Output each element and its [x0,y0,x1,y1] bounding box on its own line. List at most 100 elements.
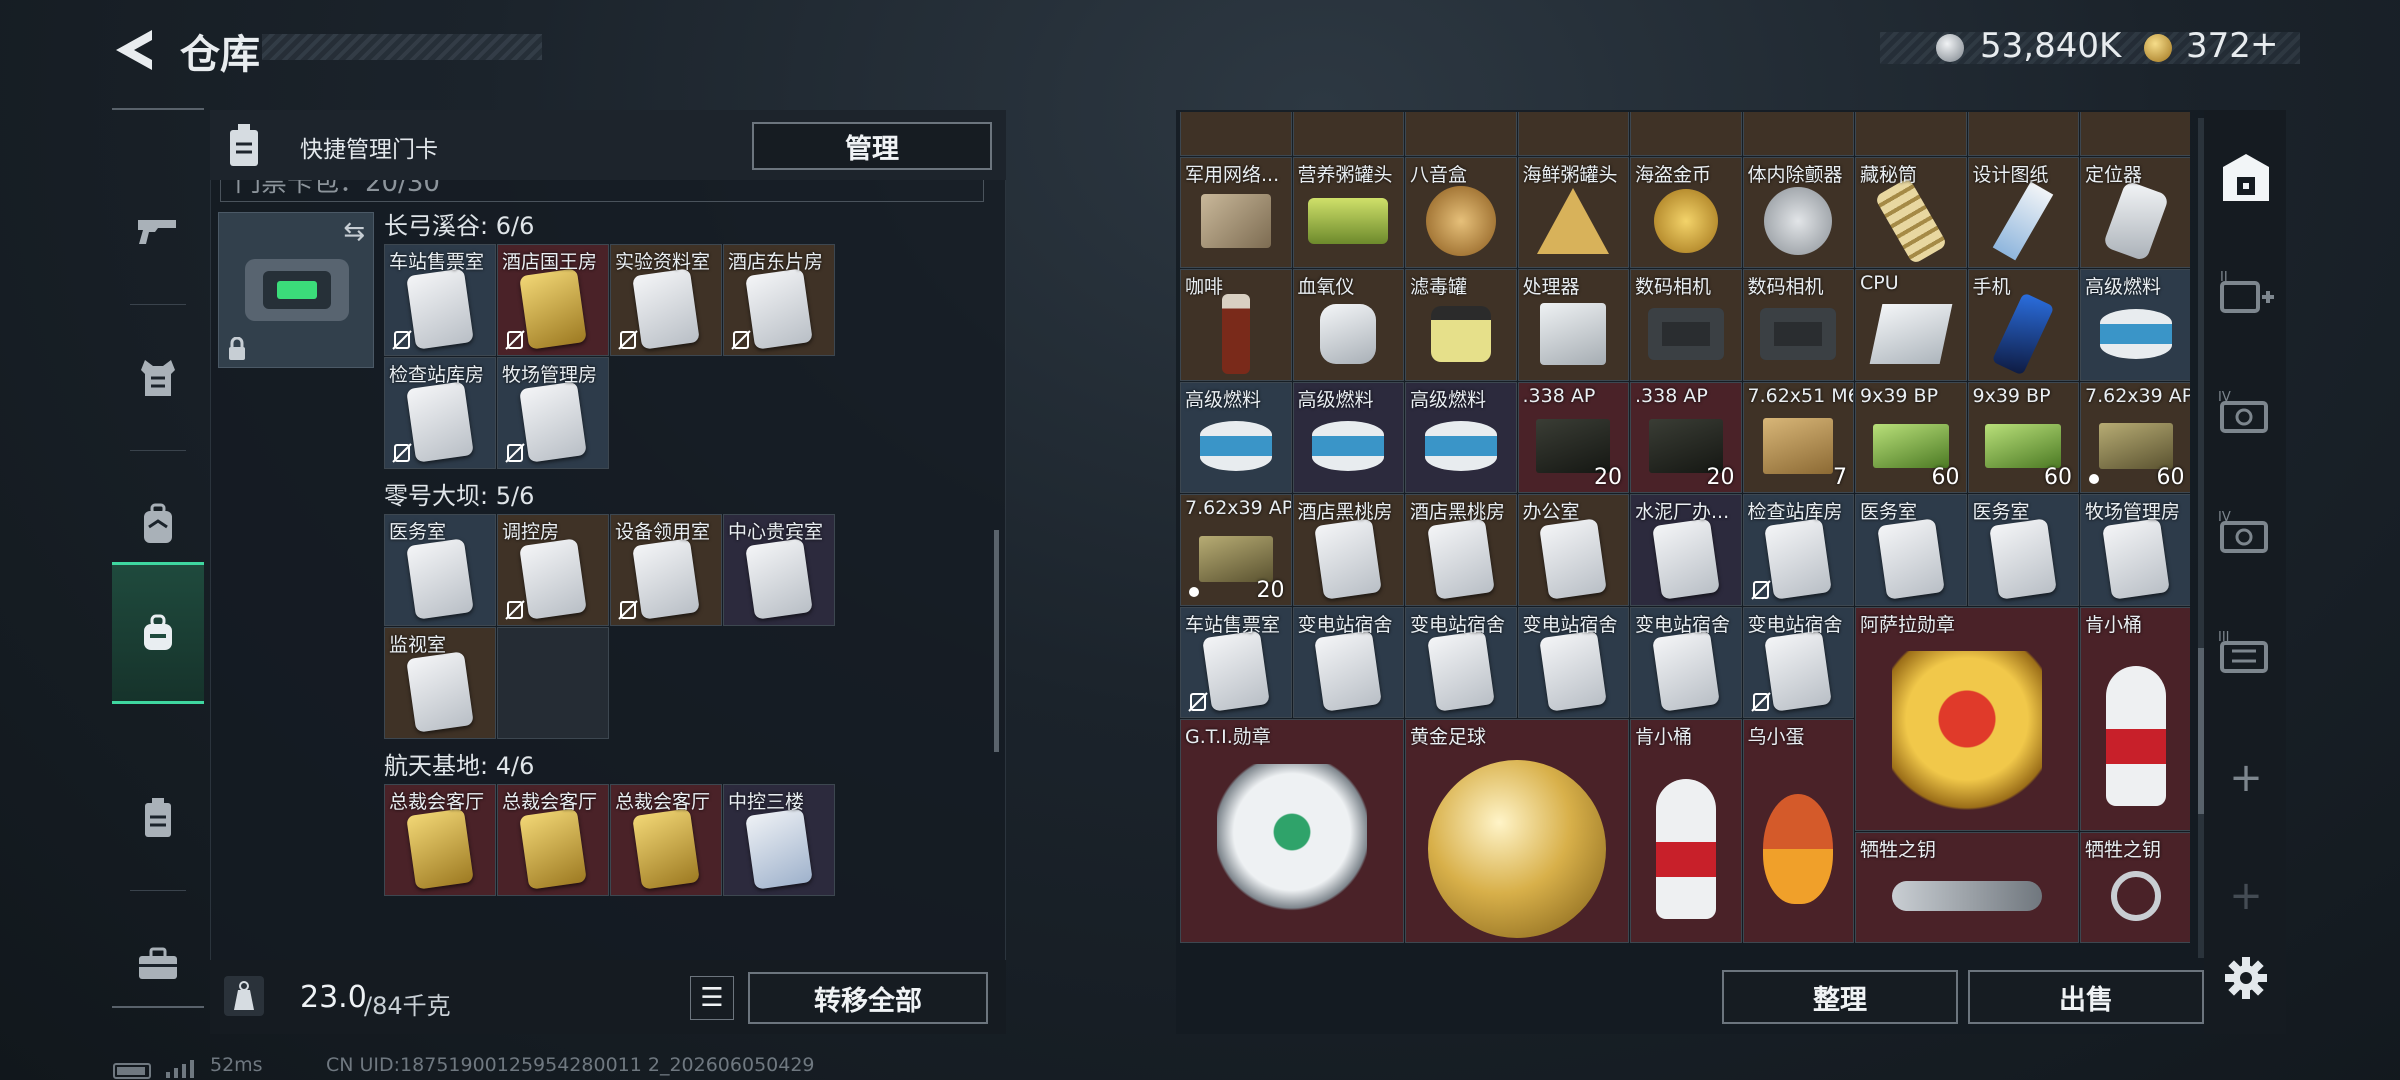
secure-case-icon[interactable]: II [2214,262,2278,326]
item-label: 体内除颤器 [1747,163,1843,186]
list-view-icon[interactable]: ☰ [690,976,734,1020]
inventory-item[interactable]: 酒店黑桃房 [1405,494,1517,606]
inventory-item[interactable]: 数码相机 [1630,269,1742,381]
gear-icon[interactable] [2214,946,2278,1010]
inventory-item[interactable] [1855,112,1967,156]
inventory-item[interactable]: 肯小桶 [1630,719,1742,943]
inventory-item[interactable]: 阿萨拉勋章 [1855,606,2079,831]
inventory-item[interactable]: 变电站宿舍 [1517,606,1629,718]
inventory-item[interactable]: 体内除颤器 [1742,156,1854,268]
keycard-slot[interactable]: 中心贵宾室 [723,514,835,626]
inventory-item[interactable]: 变电站宿舍 [1630,606,1742,718]
inventory-item[interactable] [2080,112,2190,156]
case-iv-icon[interactable]: IV [2214,502,2278,566]
inventory-item[interactable]: 牧场管理房 [2080,494,2190,606]
inventory-item[interactable]: 水泥厂办... [1630,494,1742,606]
case-iv-icon[interactable]: IV [2214,382,2278,446]
inventory-item[interactable]: 高级燃料 [2080,269,2190,381]
inventory-item[interactable]: 营养粥罐头 [1292,156,1404,268]
inventory-item[interactable]: 7.62x51 M6... 7 [1742,381,1854,493]
inventory-item[interactable]: 军用网络... [1180,156,1292,268]
nav-weapons[interactable] [112,162,204,298]
keycard-slot[interactable]: 牧场管理房 [497,357,609,469]
inventory-item[interactable]: 牺牲之钥 [2080,831,2190,943]
add-gold-button[interactable]: + [2250,24,2279,64]
inventory-item[interactable]: 手机 [1967,269,2079,381]
inventory-item[interactable]: 处理器 [1517,269,1629,381]
inventory-item[interactable]: 检查站库房 [1742,494,1854,606]
inventory-item[interactable]: 医务室 [1855,494,1967,606]
inventory-item[interactable]: 八音盒 [1405,156,1517,268]
inventory-item[interactable]: CPU [1855,269,1967,381]
inventory-item[interactable]: 血氧仪 [1292,269,1404,381]
sort-button[interactable]: 整理 [1722,970,1958,1024]
inventory-item[interactable]: 海鲜粥罐头 [1517,156,1629,268]
inventory-item[interactable]: 海盗金币 [1630,156,1742,268]
keycard-slot[interactable]: 酒店国王房 [497,244,609,356]
keycard-slot[interactable]: 总裁会客厅 [610,784,722,896]
inventory-item[interactable]: 肯小桶 [2080,606,2190,831]
inventory-item[interactable]: 9x39 BP 60 [1967,381,2079,493]
keycard-slot[interactable]: 车站售票室 [384,244,496,356]
inventory-item[interactable]: 高级燃料 [1292,381,1404,493]
nav-keys[interactable] [112,750,204,886]
inventory-item[interactable]: 7.62x39 AP 20 [1180,494,1292,606]
inventory-item[interactable]: 乌小蛋 [1742,719,1854,943]
inventory-item[interactable] [1292,112,1404,156]
keycard-slot[interactable]: 医务室 [384,514,496,626]
inventory-item[interactable]: 牺牲之钥 [1855,831,2079,943]
keycard-slot[interactable]: 酒店东片房 [723,244,835,356]
plus-icon[interactable]: + [2214,746,2278,810]
keycard-slot[interactable]: 实验资料室 [610,244,722,356]
inventory-item[interactable]: 酒店黑桃房 [1292,494,1404,606]
inventory-item[interactable] [1180,112,1292,156]
inventory-item[interactable]: G.T.I.勋章 [1180,719,1404,943]
back-arrow-icon[interactable] [112,28,156,72]
inventory-item[interactable]: .338 AP 20 [1630,381,1742,493]
inventory-item[interactable]: 医务室 [1967,494,2079,606]
nav-warehouse[interactable] [112,562,204,704]
inventory-item[interactable]: 高级燃料 [1405,381,1517,493]
inventory-item[interactable]: 高级燃料 [1180,381,1292,493]
nav-toolbox[interactable] [112,896,204,1032]
inventory-item[interactable]: 黄金足球 [1405,719,1629,943]
status-dot [1189,586,1199,597]
nav-armor[interactable] [112,310,204,446]
keycard-slot[interactable]: 总裁会客厅 [384,784,496,896]
home-icon[interactable] [2214,146,2278,210]
keycard-slot[interactable]: 总裁会客厅 [497,784,609,896]
inventory-item[interactable] [1517,112,1629,156]
item-image [2101,517,2170,600]
inventory-item[interactable]: 数码相机 [1742,269,1854,381]
inventory-item[interactable] [1630,112,1742,156]
inventory-item[interactable]: 滤毒罐 [1405,269,1517,381]
case-iii-icon[interactable]: III [2214,622,2278,686]
left-scrollbar[interactable] [994,530,999,752]
swap-icon[interactable]: ⇆ [343,217,365,247]
keycard-slot[interactable]: 中控三楼 [723,784,835,896]
keycard-slot[interactable]: 设备领用室 [610,514,722,626]
inventory-item[interactable]: 办公室 [1517,494,1629,606]
inventory-item[interactable]: .338 AP 20 [1517,381,1629,493]
inventory-item[interactable] [1742,112,1854,156]
keycard-slot[interactable]: 检查站库房 [384,357,496,469]
inventory-item[interactable] [1405,112,1517,156]
inventory-item[interactable]: 变电站宿舍 [1405,606,1517,718]
manage-button[interactable]: 管理 [752,122,992,170]
inventory-item[interactable]: 设计图纸 [1967,156,2079,268]
keycard-case-item[interactable]: ⇆ [218,212,374,368]
inventory-item[interactable]: 9x39 BP 60 [1855,381,1967,493]
sell-button[interactable]: 出售 [1968,970,2204,1024]
backpack-icon [144,503,172,543]
keycard-slot[interactable]: 监视室 [384,627,496,739]
inventory-item[interactable]: 定位器 [2080,156,2190,268]
inventory-item[interactable]: 藏秘筒 [1855,156,1967,268]
transfer-all-button[interactable]: 转移全部 [748,972,988,1024]
keycard-slot[interactable]: 调控房 [497,514,609,626]
inventory-item[interactable]: 变电站宿舍 [1292,606,1404,718]
inventory-item[interactable] [1967,112,2079,156]
inventory-item[interactable]: 7.62x39 AP 60 [2080,381,2190,493]
inventory-item[interactable]: 咖啡 [1180,269,1292,381]
inventory-item[interactable]: 变电站宿舍 [1742,606,1854,718]
inventory-item[interactable]: 车站售票室 [1180,606,1292,718]
